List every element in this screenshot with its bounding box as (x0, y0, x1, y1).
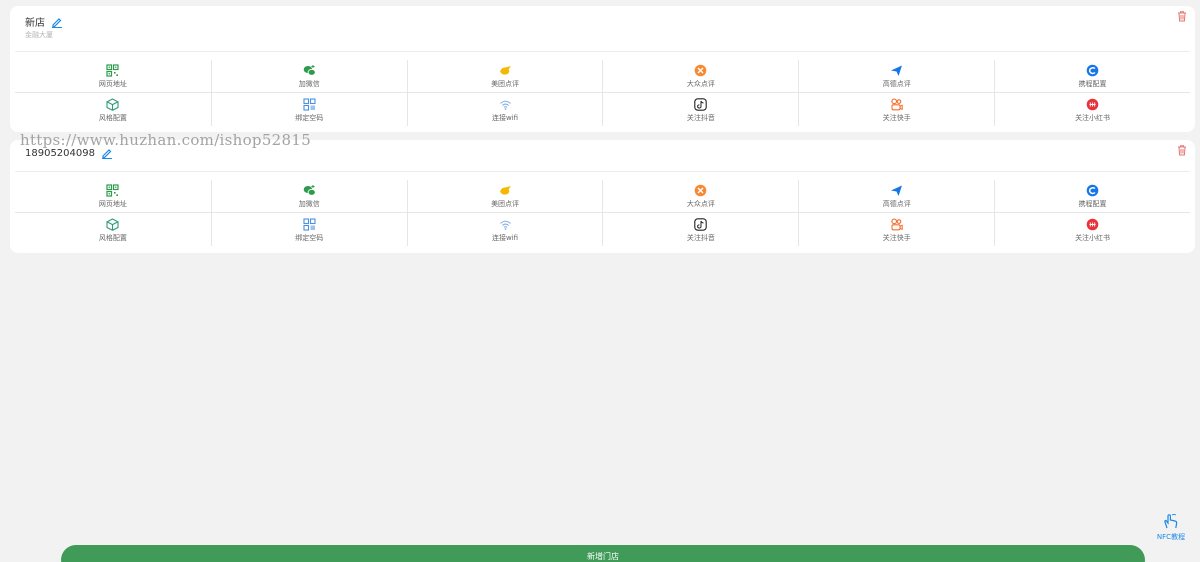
xiaohongshu-icon (1086, 98, 1099, 110)
action-wechat[interactable]: 加微信 (210, 60, 407, 93)
action-label: 加微信 (298, 200, 320, 208)
action-label: 高德点评 (882, 200, 911, 208)
divider (15, 171, 1190, 172)
action-amap[interactable]: 高德点评 (798, 180, 995, 213)
wechat-icon (303, 185, 316, 196)
ctrip-icon (1086, 184, 1099, 197)
action-amap[interactable]: 高德点评 (798, 60, 995, 93)
action-meituan[interactable]: 美团点评 (406, 60, 603, 93)
douyin-icon (694, 217, 708, 231)
action-label: 连接wifi (492, 233, 519, 242)
action-wechat[interactable]: 加微信 (210, 180, 407, 213)
nfc-hand-icon (1164, 513, 1178, 529)
action-label: 网页地址 (98, 200, 127, 208)
action-bind-code[interactable]: 绑定空码 (210, 213, 407, 246)
action-label: 携程配置 (1078, 80, 1107, 88)
action-kuaishou[interactable]: 关注快手 (798, 93, 994, 126)
watermark-text: https://www.huzhan.com/ishop52815 (20, 131, 312, 149)
trash-icon[interactable] (1176, 10, 1188, 22)
wechat-icon (303, 65, 316, 76)
meituan-icon (499, 186, 511, 195)
kuaishou-icon (891, 218, 903, 230)
action-label: 绑定空码 (295, 233, 324, 242)
action-ctrip[interactable]: 携程配置 (994, 180, 1190, 213)
action-qrcode[interactable]: 网页地址 (15, 180, 211, 213)
wifi-icon (499, 100, 511, 110)
action-wifi[interactable]: 连接wifi (406, 93, 603, 126)
nfc-label: NFC教程 (1156, 533, 1186, 541)
douyin-icon (694, 97, 708, 111)
action-label: 关注快手 (882, 233, 911, 242)
action-label: 美团点评 (491, 200, 520, 208)
meituan-icon (499, 66, 511, 75)
action-label: 美团点评 (491, 80, 520, 88)
bind-code-icon (303, 217, 316, 231)
action-label: 大众点评 (686, 200, 715, 208)
action-label: 高德点评 (882, 80, 911, 88)
qrcode-icon (106, 184, 120, 197)
action-cube[interactable]: 风格配置 (15, 93, 211, 126)
action-xiaohongshu[interactable]: 关注小红书 (994, 213, 1190, 246)
cube-icon (106, 97, 119, 111)
action-label: 连接wifi (492, 113, 519, 122)
action-dianping[interactable]: 大众点评 (602, 60, 799, 93)
action-label: 关注小红书 (1075, 233, 1111, 242)
store-subtitle: 金融大厦 (25, 31, 53, 39)
store-card: 新店 金融大厦 网页地址 加微信 美团点评 大众点评 高德点评 携程配置风格配置 绑定空码 连… (10, 6, 1195, 132)
action-xiaohongshu[interactable]: 关注小红书 (994, 93, 1190, 126)
store-name-row: 新店 (25, 14, 63, 29)
action-meituan[interactable]: 美团点评 (406, 180, 603, 213)
amap-icon (891, 185, 903, 196)
action-label: 加微信 (298, 80, 320, 88)
action-label: 关注抖音 (686, 233, 715, 242)
action-label: 携程配置 (1078, 200, 1107, 208)
cube-icon (106, 217, 119, 231)
dianping-icon (695, 184, 707, 197)
ctrip-icon (1086, 64, 1099, 77)
action-label: 风格配置 (98, 233, 127, 242)
xiaohongshu-icon (1086, 218, 1099, 230)
action-cube[interactable]: 风格配置 (15, 213, 211, 246)
store-card: 18905204098 网页地址 加微信 美团点评 大众点评 高德点评 携程配置风格配置 绑… (10, 140, 1195, 253)
kuaishou-icon (891, 98, 903, 110)
action-label: 关注小红书 (1075, 113, 1111, 122)
action-douyin[interactable]: 关注抖音 (602, 93, 798, 126)
action-label: 大众点评 (686, 80, 715, 88)
action-grid: 网页地址 加微信 美团点评 大众点评 高德点评 携程配置风格配置 绑定空码 连接wifi 关注抖… (15, 60, 1190, 126)
action-label: 风格配置 (98, 113, 127, 122)
action-bind-code[interactable]: 绑定空码 (210, 93, 407, 126)
action-kuaishou[interactable]: 关注快手 (798, 213, 994, 246)
action-wifi[interactable]: 连接wifi (406, 213, 603, 246)
edit-icon[interactable] (51, 16, 63, 28)
action-douyin[interactable]: 关注抖音 (602, 213, 798, 246)
add-store-button[interactable]: 新增门店 (61, 545, 1145, 562)
trash-icon[interactable] (1176, 144, 1188, 156)
action-label: 绑定空码 (295, 113, 324, 122)
amap-icon (891, 65, 903, 76)
action-qrcode[interactable]: 网页地址 (15, 60, 211, 93)
qrcode-icon (106, 64, 120, 77)
action-dianping[interactable]: 大众点评 (602, 180, 799, 213)
wifi-icon (499, 220, 511, 230)
store-name: 18905204098 (25, 147, 95, 159)
store-name: 新店 (25, 18, 45, 29)
action-grid: 网页地址 加微信 美团点评 大众点评 高德点评 携程配置风格配置 绑定空码 连接wifi 关注抖… (15, 180, 1190, 246)
dianping-icon (695, 64, 707, 77)
action-ctrip[interactable]: 携程配置 (994, 60, 1190, 93)
divider (15, 51, 1190, 52)
action-label: 关注抖音 (686, 113, 715, 122)
bind-code-icon (303, 97, 316, 111)
action-label: 网页地址 (98, 80, 127, 88)
action-label: 关注快手 (882, 113, 911, 122)
nfc-tutorial-button[interactable]: NFC教程 (1152, 513, 1190, 542)
